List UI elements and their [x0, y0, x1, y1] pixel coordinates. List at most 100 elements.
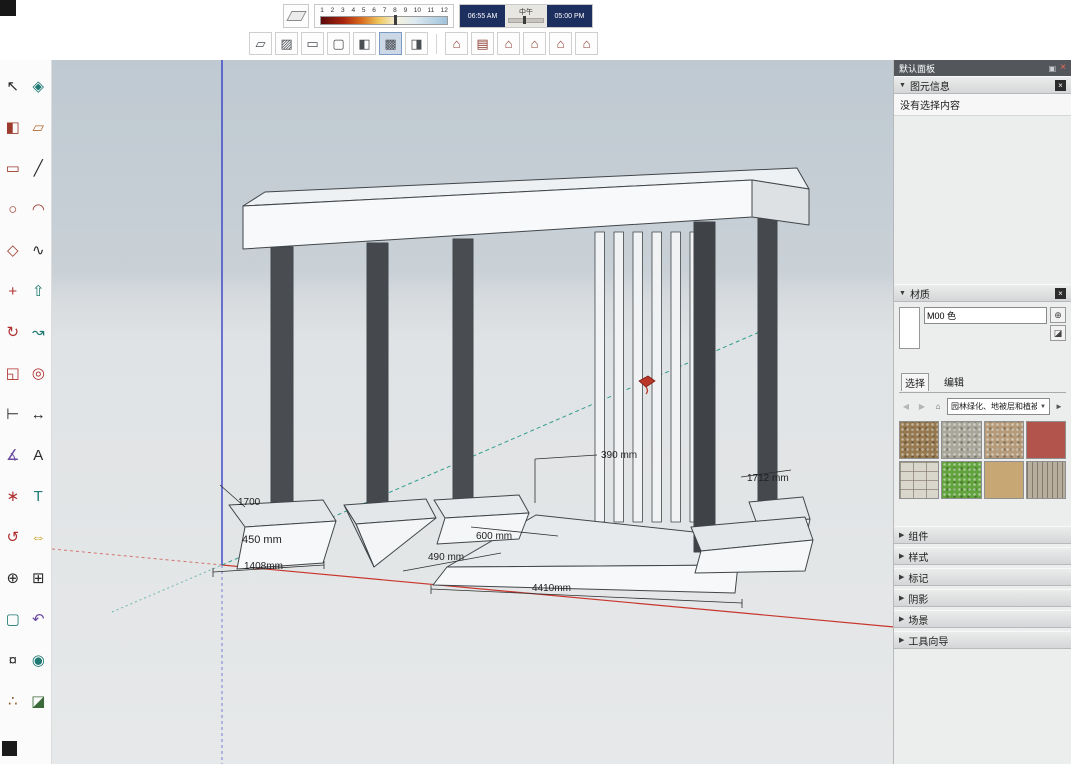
home-icon[interactable]: ⌂ — [931, 400, 945, 414]
tray-titlebar[interactable]: 默认面板 ▣ × — [894, 60, 1071, 76]
model-column-4[interactable] — [694, 222, 715, 552]
shadow-toggle-button[interactable] — [283, 4, 309, 28]
tray-section-styles[interactable]: ▶样式 — [894, 547, 1071, 565]
tool-scale[interactable]: ◱ — [0, 353, 26, 394]
tool-eraser[interactable]: ▱ — [26, 107, 52, 148]
model-slat[interactable] — [614, 232, 624, 522]
pergola-model[interactable] — [229, 168, 813, 593]
tool-offset[interactable]: ◎ — [26, 353, 52, 394]
tray-section-shadows[interactable]: ▶阴影 — [894, 589, 1071, 607]
model-slat[interactable] — [633, 232, 643, 522]
tool-arc[interactable]: ◠ — [26, 189, 52, 230]
tool-protractor[interactable]: ∡ — [0, 435, 26, 476]
tool-select[interactable]: ↖ — [0, 66, 26, 107]
close-icon[interactable]: × — [1060, 63, 1066, 73]
close-icon[interactable]: × — [1055, 288, 1066, 299]
drawing-canvas[interactable]: 1700 450 mm 1408mm 600 mm 490 mm 4410mm … — [52, 60, 893, 764]
material-category-dropdown[interactable]: 园林绿化、地被层和植被 ▼ — [947, 398, 1050, 415]
tool-previous[interactable]: ↶ — [26, 599, 52, 640]
tool-look-around[interactable]: ◉ — [26, 640, 52, 681]
tray-section-scenes[interactable]: ▶场景 — [894, 610, 1071, 628]
time-slider-handle[interactable] — [523, 16, 526, 24]
entity-info-header[interactable]: ▼ 图元信息 × — [894, 76, 1071, 94]
shadow-time-slider[interactable]: 06:55 AM 中午 05:00 PM — [459, 4, 593, 28]
tool-dimension[interactable]: ↔ — [26, 394, 52, 435]
hidden-line-button[interactable]: ▢ — [327, 32, 350, 55]
back-edges-button[interactable]: ▨ — [275, 32, 298, 55]
tool-rotate[interactable]: ↻ — [0, 312, 26, 353]
time-end-field[interactable]: 05:00 PM — [547, 5, 592, 27]
shaded-button[interactable]: ◧ — [353, 32, 376, 55]
tray-section-instructor[interactable]: ▶工具向导 — [894, 631, 1071, 649]
tool-polygon[interactable]: ◇ — [0, 230, 26, 271]
model-slat[interactable] — [671, 232, 681, 522]
close-icon[interactable]: × — [1055, 80, 1066, 91]
tool-paint-bucket[interactable]: ◧ — [0, 107, 26, 148]
pin-icon[interactable]: ▣ — [1049, 64, 1057, 73]
right-view-button[interactable]: ⌂ — [523, 32, 546, 55]
monochrome-button[interactable]: ◨ — [405, 32, 428, 55]
material-swatch-tile-red[interactable] — [1026, 421, 1066, 459]
time-start-field[interactable]: 06:55 AM — [460, 5, 505, 27]
tool-text[interactable]: A — [26, 435, 52, 476]
tool-freehand[interactable]: ∿ — [26, 230, 52, 271]
material-swatch-grass-green[interactable] — [941, 461, 981, 499]
tool-make-component[interactable]: ◈ — [26, 66, 52, 107]
app-menu-icon[interactable] — [0, 0, 16, 16]
tab-edit[interactable]: 编辑 — [941, 373, 967, 391]
material-swatch-pebbles[interactable] — [984, 421, 1024, 459]
model-footing-2-face[interactable] — [356, 518, 436, 567]
tool-line[interactable]: ╱ — [26, 148, 52, 189]
back-button[interactable]: ◀ — [899, 400, 913, 414]
tool-follow-me[interactable]: ↝ — [26, 312, 52, 353]
model-column-5[interactable] — [758, 218, 777, 512]
shadow-date-slider[interactable]: 123456789101112 — [314, 4, 454, 28]
tray-section-tags[interactable]: ▶标记 — [894, 568, 1071, 586]
tool-rectangle[interactable]: ▭ — [0, 148, 26, 189]
back-view-button[interactable]: ⌂ — [549, 32, 572, 55]
model-column-3[interactable] — [453, 239, 473, 513]
date-slider-handle[interactable] — [394, 15, 397, 25]
tool-3d-text[interactable]: T — [26, 476, 52, 517]
iso-view-button[interactable]: ⌂ — [445, 32, 468, 55]
date-gradient-track[interactable] — [320, 16, 448, 25]
x-ray-button[interactable]: ▱ — [249, 32, 272, 55]
top-view-button[interactable]: ▤ — [471, 32, 494, 55]
tool-tape-measure[interactable]: ⊢ — [0, 394, 26, 435]
tool-orbit[interactable]: ↺ — [0, 517, 26, 558]
create-material-button[interactable]: ⊕ — [1050, 307, 1066, 323]
material-swatch-pavers-white[interactable] — [899, 461, 939, 499]
model-column-2[interactable] — [367, 243, 388, 524]
material-name-input[interactable] — [924, 307, 1047, 324]
shaded-with-textures-button[interactable]: ▩ — [379, 32, 402, 55]
time-slider-middle[interactable]: 中午 — [505, 5, 547, 27]
left-view-button[interactable]: ⌂ — [575, 32, 598, 55]
details-button[interactable]: ► — [1052, 400, 1066, 414]
material-swatch-gravel-grey[interactable] — [941, 421, 981, 459]
tool-walk[interactable]: ∴ — [0, 681, 26, 722]
tool-axes[interactable]: ∗ — [0, 476, 26, 517]
tool-position-camera[interactable]: ¤ — [0, 640, 26, 681]
tool-zoom-extents[interactable]: ▢ — [0, 599, 26, 640]
time-slider-track[interactable] — [508, 18, 544, 23]
tool-zoom[interactable]: ⊕ — [0, 558, 26, 599]
material-swatch-sand-tan[interactable] — [984, 461, 1024, 499]
bottom-left-icon[interactable] — [2, 741, 17, 756]
model-slat[interactable] — [652, 232, 662, 522]
tool-section-plane[interactable]: ◪ — [26, 681, 52, 722]
tool-pan[interactable]: ⇔ — [26, 517, 52, 558]
materials-header[interactable]: ▼ 材质 × — [894, 284, 1071, 302]
tab-select[interactable]: 选择 — [901, 373, 929, 391]
model-slat[interactable] — [595, 232, 605, 522]
tool-circle[interactable]: ○ — [0, 189, 26, 230]
tool-push-pull[interactable]: ⇧ — [26, 271, 52, 312]
front-view-button[interactable]: ⌂ — [497, 32, 520, 55]
tray-section-components[interactable]: ▶组件 — [894, 526, 1071, 544]
material-swatch-fence-wood[interactable] — [1026, 461, 1066, 499]
forward-button[interactable]: ▶ — [915, 400, 929, 414]
secondary-pane-button[interactable]: ◪ — [1050, 325, 1066, 341]
tool-move[interactable]: + — [0, 271, 26, 312]
tool-zoom-window[interactable]: ⊞ — [26, 558, 52, 599]
wireframe-button[interactable]: ▭ — [301, 32, 324, 55]
material-preview[interactable] — [899, 307, 920, 349]
